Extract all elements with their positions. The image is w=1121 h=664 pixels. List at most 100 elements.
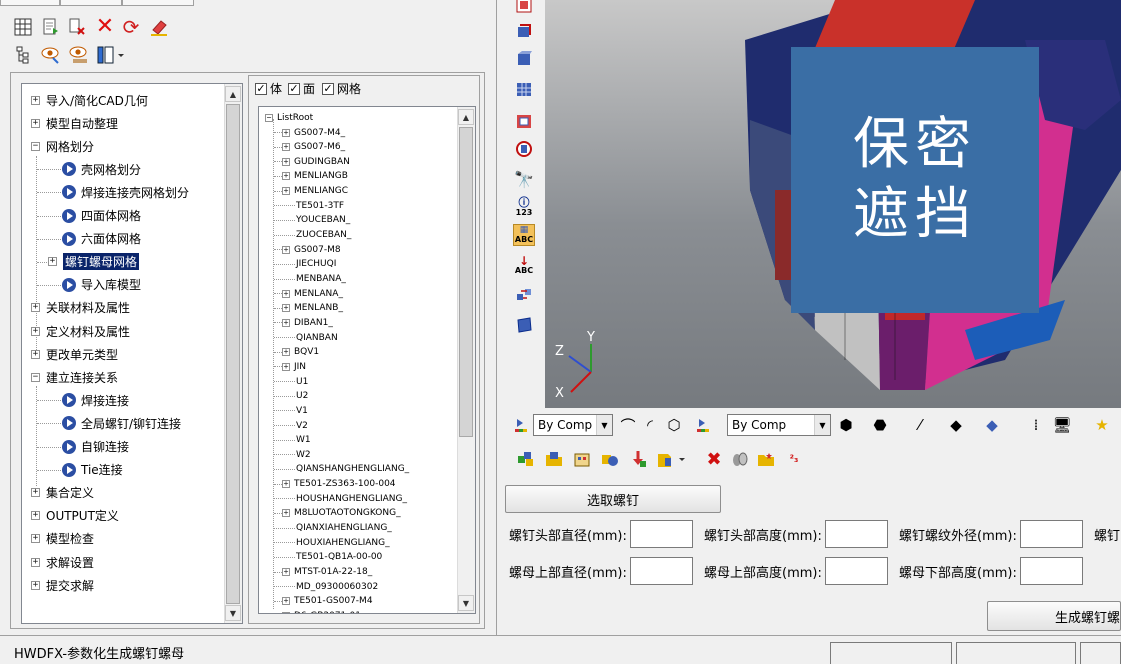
run-step-icon[interactable]	[62, 462, 76, 477]
expand-icon[interactable]: +	[282, 597, 290, 606]
tree-item[interactable]: + 提交求解	[31, 575, 94, 595]
collapse-icon[interactable]: −	[265, 113, 273, 122]
color-mode-select-1[interactable]: By Comp ▼	[533, 414, 613, 436]
view-rotate-icon[interactable]	[513, 20, 535, 42]
list-item[interactable]: W2	[296, 448, 311, 461]
expand-icon[interactable]: +	[31, 303, 40, 313]
expand-icon[interactable]: +	[282, 289, 290, 298]
comp-color-icon[interactable]	[511, 414, 533, 436]
list-item[interactable]: + TE501-GS007-M4	[282, 595, 373, 608]
tree-item[interactable]: 导入库模型	[62, 275, 141, 295]
list-item[interactable]: + MTST-01A-22-18_	[282, 566, 372, 579]
expand-icon[interactable]: +	[282, 128, 290, 137]
scatter-icon[interactable]: ⁞	[1025, 414, 1047, 436]
red-x-icon[interactable]: ✕	[94, 16, 116, 38]
list-item[interactable]: QIANSHANGHENGLIANG_	[296, 463, 409, 476]
expand-icon[interactable]: +	[282, 143, 290, 152]
expand-icon[interactable]: +	[282, 245, 290, 254]
comp-color-icon-2[interactable]	[693, 414, 715, 436]
component-list[interactable]: − ListRoot + GS007-M4_ + GS007-M6_ + GUDINGBA…	[258, 106, 476, 614]
abc-label-icon[interactable]: ▦ ABC	[513, 224, 535, 246]
nut-bottom-height-input[interactable]	[1020, 557, 1083, 585]
list-item[interactable]: + D6-GB2071-01	[282, 609, 361, 613]
process-tree[interactable]: + 导入/简化CAD几何 + 模型自动整理 − 网格划分 壳网格划分 焊接连接壳网格划分 四面体…	[21, 83, 243, 624]
screw-head-height-input[interactable]	[825, 520, 888, 548]
expand-icon[interactable]: +	[31, 511, 40, 521]
expand-icon[interactable]: +	[31, 349, 40, 359]
tree-item[interactable]: + 求解设置	[31, 552, 94, 572]
id-123-icon[interactable]: ⓘ 123	[513, 196, 535, 218]
list-item[interactable]: V2	[296, 419, 308, 432]
chevron-down-icon[interactable]: ▼	[596, 415, 612, 435]
cylinders-icon[interactable]	[729, 448, 751, 470]
surface-icon[interactable]: ◆	[981, 414, 1003, 436]
expand-icon[interactable]: +	[31, 580, 40, 590]
expand-icon[interactable]: +	[282, 362, 290, 371]
wireframe-shape-icon[interactable]: ⌒	[617, 414, 639, 436]
checkbox-icon[interactable]: ✓	[255, 82, 267, 95]
list-item[interactable]: V1	[296, 404, 308, 417]
mesh-wire-icon[interactable]: ⬢	[835, 414, 857, 436]
list-item[interactable]: TE501-3TF	[296, 199, 344, 212]
move-parts-icon[interactable]	[513, 284, 535, 306]
scroll-down-icon[interactable]: ▼	[225, 605, 241, 621]
plane-icon[interactable]: ◆	[945, 414, 967, 436]
delete-node-icon[interactable]	[66, 16, 88, 38]
list-item[interactable]: QIANXIAHENGLIANG_	[296, 522, 392, 535]
list-item[interactable]: + JIN	[282, 360, 306, 373]
tree-structure-icon[interactable]	[12, 44, 34, 66]
run-step-icon[interactable]	[62, 416, 76, 431]
surface-shape-icon[interactable]: ◜	[639, 414, 661, 436]
run-step-icon[interactable]	[62, 208, 76, 223]
filter-checkbox[interactable]: ✓ 面	[288, 80, 315, 97]
tree-item[interactable]: 壳网格划分	[62, 159, 141, 179]
chevron-down-icon[interactable]: ▼	[814, 415, 830, 435]
list-item[interactable]: + BQV1	[282, 346, 319, 359]
list-item[interactable]: + MENLIANGB	[282, 170, 348, 183]
list-item[interactable]: MD_09300060302	[296, 580, 378, 593]
expand-icon[interactable]: +	[31, 534, 40, 544]
delete-icon[interactable]: ✖	[703, 448, 725, 470]
list-root[interactable]: − ListRoot	[265, 111, 313, 124]
list-item[interactable]: W1	[296, 434, 311, 447]
list-item[interactable]: U1	[296, 375, 308, 388]
run-step-icon[interactable]	[62, 393, 76, 408]
box-frame-icon[interactable]	[513, 314, 535, 336]
tree-item[interactable]: 焊接连接	[62, 390, 129, 410]
list-item[interactable]: + MENLANB_	[282, 302, 343, 315]
run-step-icon[interactable]	[62, 277, 76, 292]
list-item[interactable]: TE501-QB1A-00-00	[296, 551, 382, 564]
list-scroll-thumb[interactable]	[459, 127, 473, 437]
run-step-icon[interactable]	[62, 185, 76, 200]
list-item[interactable]: + TE501-ZS363-100-004	[282, 478, 396, 491]
tab-stub-1[interactable]	[0, 0, 60, 6]
expand-icon[interactable]: +	[282, 348, 290, 357]
eye-show-icon[interactable]	[40, 44, 62, 66]
list-item[interactable]: + DIBAN1_	[282, 316, 333, 329]
star-icon[interactable]: ★	[1091, 414, 1113, 436]
tree-item[interactable]: + 定义材料及属性	[31, 321, 130, 341]
expand-icon[interactable]: +	[282, 568, 290, 576]
parts-gear-icon[interactable]	[599, 448, 621, 470]
list-item[interactable]: YOUCEBAN_	[296, 214, 350, 227]
screw-head-diameter-input[interactable]	[630, 520, 693, 548]
expand-icon[interactable]: +	[282, 187, 290, 196]
view-front-icon[interactable]	[513, 48, 535, 70]
tree-item[interactable]: + 导入/简化CAD几何	[31, 90, 148, 110]
parts-extract-icon[interactable]	[655, 448, 689, 470]
list-item[interactable]: + GS007-M4_	[282, 126, 345, 139]
checkbox-icon[interactable]: ✓	[322, 82, 334, 95]
parts-color-icon[interactable]	[515, 448, 537, 470]
color-mode-select-2[interactable]: By Comp ▼	[727, 414, 831, 436]
tree-item[interactable]: 六面体网格	[62, 229, 141, 249]
list-item[interactable]: U2	[296, 390, 308, 403]
expand-icon[interactable]: +	[31, 118, 40, 128]
list-item[interactable]: + GS007-M6_	[282, 141, 345, 154]
tree-item[interactable]: + 模型检查	[31, 529, 94, 549]
monitor-icon[interactable]: 🖥	[1051, 414, 1073, 436]
document-arrow-icon[interactable]	[40, 16, 62, 38]
tree-item[interactable]: + 集合定义	[31, 483, 94, 503]
expand-icon[interactable]: +	[31, 326, 40, 336]
expand-icon[interactable]: +	[282, 611, 290, 613]
tab-stub-2[interactable]	[60, 0, 122, 6]
